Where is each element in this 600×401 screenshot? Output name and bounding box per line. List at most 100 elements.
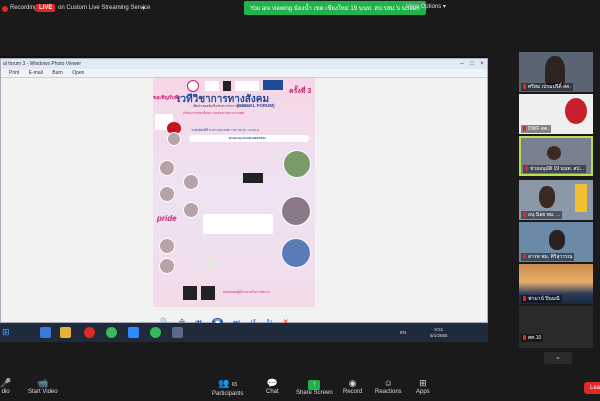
- participant-name: ศศ.10: [521, 334, 544, 342]
- poster-image: ขอเชิญรับฟัง เวทีวิชาการทางสังคม ครั้งที…: [153, 78, 315, 307]
- audio-button[interactable]: 🎤 dio: [0, 378, 11, 395]
- speaker-photo: [159, 258, 175, 274]
- mic-muted-icon: [523, 254, 526, 260]
- menu-open[interactable]: Open: [72, 70, 84, 76]
- logo-icon: [187, 80, 199, 92]
- participants-button[interactable]: 👥 65 Participants: [212, 378, 243, 397]
- chrome-icon[interactable]: [150, 327, 161, 338]
- viewer-menu-bar: Print E-mail Burn Open: [1, 69, 487, 78]
- participant-name: ฟามาน์ ปิ่นมณี: [521, 295, 562, 303]
- video-off-icon: 📹: [37, 378, 49, 388]
- logo-icon: [223, 81, 231, 91]
- mic-muted-icon: [525, 166, 528, 172]
- recording-icon: [2, 6, 8, 12]
- mic-muted-icon: [523, 212, 526, 218]
- mic-muted-icon: [523, 335, 526, 341]
- speaker-photo: [159, 186, 175, 202]
- participant-tile[interactable]: สารพ พม. ศิริสุวรรณ: [519, 222, 593, 262]
- mic-muted-icon: [523, 84, 526, 90]
- chat-label: Chat: [266, 389, 279, 395]
- participant-name: ช่วยอนุมัติ 19 นนท. สป...: [523, 165, 586, 173]
- browser-icon[interactable]: [40, 327, 51, 338]
- reactions-label: Reactions: [375, 389, 402, 395]
- reactions-button[interactable]: ☺ Reactions: [375, 378, 402, 395]
- participants-label: Participants: [212, 391, 244, 397]
- window-title: al forum 3 - Windows Photo Viewer: [3, 61, 81, 67]
- audio-label: dio: [1, 389, 10, 395]
- record-icon: ◉: [348, 378, 357, 388]
- chevron-down-icon[interactable]: ▾: [142, 5, 145, 12]
- chat-icon: 💬: [266, 378, 278, 388]
- mic-muted-icon: [523, 296, 526, 302]
- chrome-icon[interactable]: [106, 327, 117, 338]
- poster-date: วันพฤหัสบดีที่ 6 มกราคม 2565 เวลา 09.45 …: [191, 128, 260, 132]
- bird-graphic: [243, 173, 263, 183]
- logo-icon: [205, 81, 219, 91]
- participant-name: DWF สค.: [521, 125, 551, 133]
- language-indicator[interactable]: EN: [400, 330, 406, 336]
- participant-name: สารพ พม. ศิริสุวรรณ: [521, 253, 575, 261]
- menu-print[interactable]: Print: [9, 70, 19, 76]
- logo-icon: [263, 80, 283, 90]
- mic-muted-icon: [523, 126, 526, 132]
- viewer-controls: 🔍 ✣ ⏮ ▣ ⏭ ↺ ↻ ✕: [160, 311, 320, 326]
- participant-tile[interactable]: ศรีสม เปรมปรีดิ์ สค.: [519, 52, 593, 92]
- recording-label: Recording: [10, 5, 38, 11]
- menu-burn[interactable]: Burn: [52, 70, 63, 76]
- share-screen-label: Share Screen: [296, 390, 333, 396]
- organization-logo: [565, 98, 587, 124]
- pride-text: pride: [157, 214, 177, 223]
- participant-video: [539, 186, 555, 208]
- participant-video: [545, 56, 565, 86]
- record-button[interactable]: ◉ Record: [343, 378, 362, 395]
- participant-video: [547, 146, 561, 160]
- share-screen-icon: ↑: [308, 380, 321, 390]
- participant-tile[interactable]: อนุ นิลย พม. ...: [519, 180, 593, 220]
- group-photo: [281, 196, 311, 226]
- photo-viewer-icon[interactable]: [172, 327, 183, 338]
- window-title-bar: al forum 3 - Windows Photo Viewer – □ ×: [1, 59, 487, 69]
- chat-button[interactable]: 💬 Chat: [266, 378, 279, 395]
- participant-tile-active-speaker[interactable]: ช่วยอนุมัติ 19 นนท. สป...: [519, 136, 593, 176]
- opera-icon[interactable]: [84, 327, 95, 338]
- zoom-top-bar: Recording LIVE on Custom Live Streaming …: [0, 0, 600, 18]
- windows-start-icon[interactable]: ⊞: [2, 327, 10, 338]
- apps-button[interactable]: ⊞ Apps: [416, 378, 430, 395]
- viewing-screen-banner: You are viewing น้องน้ำ เขต เชียงใหม่ 19…: [244, 1, 426, 15]
- start-video-button[interactable]: 📹 Start Video: [28, 378, 58, 395]
- qr-code: [183, 286, 197, 300]
- view-options-button[interactable]: View Options ▾: [406, 3, 446, 10]
- group-photo: [283, 150, 311, 178]
- menu-email[interactable]: E-mail: [29, 70, 43, 76]
- group-photo: [281, 238, 311, 268]
- speaker-photo: [167, 132, 181, 146]
- view-options-label: View Options: [406, 4, 442, 10]
- participant-name: ศรีสม เปรมปรีดิ์ สค.: [521, 83, 573, 91]
- participant-tile[interactable]: DWF สค.: [519, 94, 593, 134]
- nida-logo: [235, 81, 259, 91]
- stream-service-label[interactable]: on Custom Live Streaming Service: [58, 5, 150, 11]
- flag-graphic: [575, 184, 587, 212]
- participants-count: 65: [231, 382, 238, 388]
- zoom-app-icon[interactable]: [128, 327, 139, 338]
- smiley-icon: ☺: [383, 378, 393, 388]
- microphone-icon: 🎤: [0, 378, 12, 388]
- participant-tile[interactable]: ศศ.10: [519, 306, 593, 348]
- leave-button[interactable]: Lea: [584, 382, 600, 394]
- share-screen-button[interactable]: ↑ Share Screen: [296, 378, 333, 396]
- poster-edition: ครั้งที่ 3: [289, 88, 312, 95]
- apps-icon: ⊞: [419, 378, 427, 388]
- participants-icon: 👥 65: [218, 378, 238, 388]
- speaker-photo: [159, 238, 175, 254]
- participant-tile[interactable]: ฟามาน์ ปิ่นมณี: [519, 264, 593, 304]
- minimize-icon[interactable]: –: [457, 61, 467, 68]
- system-clock[interactable]: 9:51 6/1/2565: [430, 327, 448, 339]
- live-badge[interactable]: LIVE: [36, 4, 56, 12]
- folder-icon[interactable]: [60, 327, 71, 338]
- maximize-icon[interactable]: □: [467, 61, 477, 68]
- close-icon[interactable]: ×: [477, 61, 487, 68]
- speaker-photo: [183, 174, 199, 190]
- scroll-down-button[interactable]: ⌄: [544, 352, 572, 364]
- record-label: Record: [343, 389, 363, 395]
- chevron-down-icon: ⌄: [555, 354, 561, 361]
